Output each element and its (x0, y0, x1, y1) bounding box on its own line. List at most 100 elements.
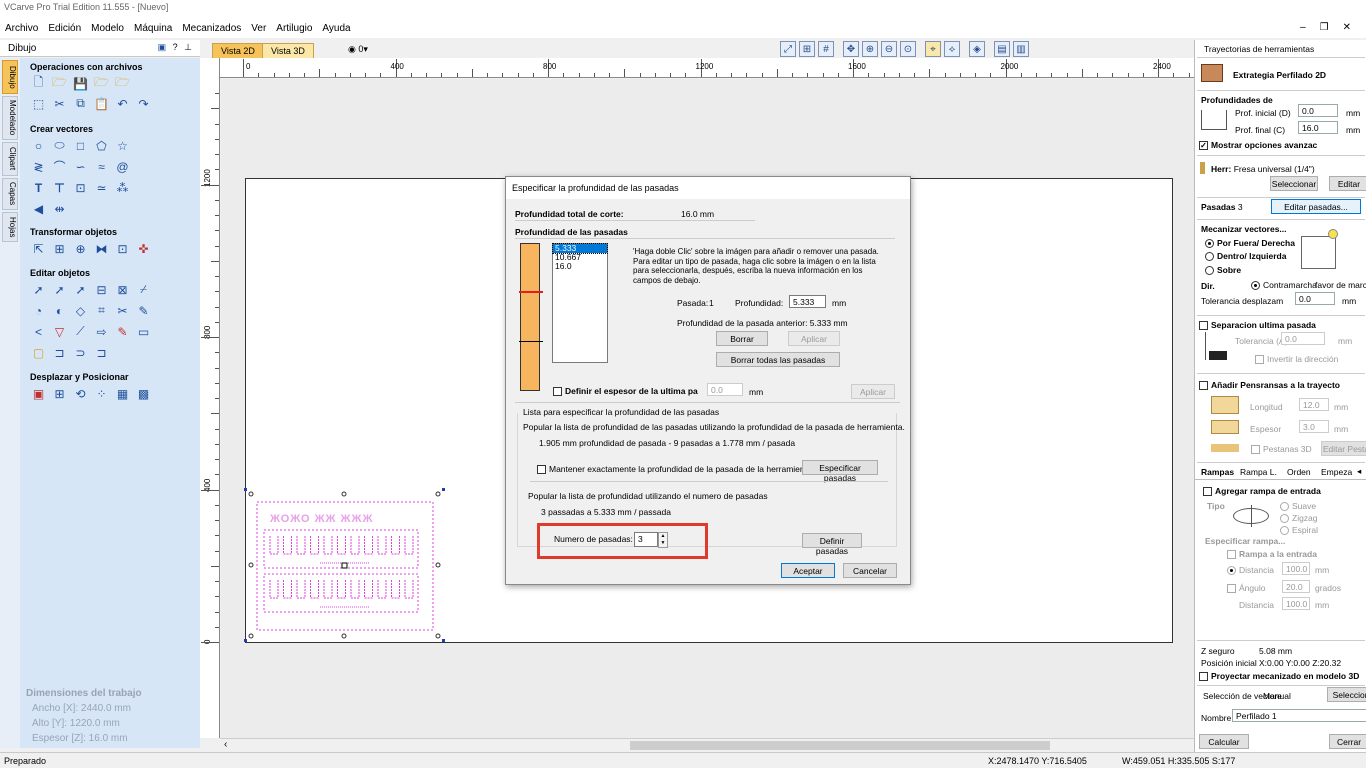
line-icon[interactable]: ⟋ (72, 323, 89, 340)
ramp-in-checkbox[interactable]: Rampa a la entrada (1227, 549, 1317, 560)
join-icon[interactable]: ⊃ (72, 344, 89, 361)
vtab-dibujo[interactable]: Dibujo (2, 60, 18, 94)
new-file-icon[interactable]: 🗋 (30, 75, 47, 92)
tab-rampas[interactable]: Rampas (1201, 467, 1234, 477)
tool-select-button[interactable]: Seleccionar (1270, 176, 1318, 191)
interactive-select-icon[interactable]: ➚ (72, 281, 89, 298)
distance-input[interactable]: 100.0 (1282, 562, 1310, 575)
open-file-icon[interactable]: 🗁 (51, 75, 68, 92)
spiral-icon[interactable]: @ (114, 158, 131, 175)
vtab-capas[interactable]: Capas (2, 178, 18, 210)
close-button[interactable]: Cerrar (1329, 734, 1366, 749)
vector-tooth[interactable] (323, 580, 333, 599)
angle-input[interactable]: 20.0 (1282, 580, 1310, 593)
offset-icon[interactable]: ◇ (72, 302, 89, 319)
menu-archivo[interactable]: Archivo (0, 23, 43, 34)
menu-ayuda[interactable]: Ayuda (317, 23, 355, 34)
last-thickness-input[interactable]: 0.0 (707, 383, 743, 396)
last-sep-checkbox[interactable]: Separacion ultima pasada (1199, 320, 1316, 331)
zigzag-radio[interactable]: Zigzag (1280, 513, 1318, 524)
save-file-icon[interactable]: 💾 (72, 75, 89, 92)
bracket-icon[interactable]: ⊐ (51, 344, 68, 361)
node-edit-icon[interactable]: ➚ (51, 281, 68, 298)
rotate-icon[interactable]: ⊕ (72, 240, 89, 257)
split-v-icon[interactable]: ▥ (1013, 41, 1029, 57)
zoom-out-icon[interactable]: ⊖ (881, 41, 897, 57)
dimension-icon[interactable]: ⁂ (114, 179, 131, 196)
num-passes-input[interactable]: 3 (634, 532, 658, 547)
depth-input[interactable]: 5.333 (789, 295, 826, 308)
vector-tooth[interactable] (404, 536, 414, 555)
erase-icon[interactable]: ✎ (114, 323, 131, 340)
edit-passes-button[interactable]: Editar pasadas... (1271, 199, 1361, 214)
fillet-icon[interactable]: ⌗ (93, 302, 110, 319)
spiral-radio[interactable]: Espiral (1280, 525, 1318, 536)
array-copy-icon[interactable]: ▣ (30, 385, 47, 402)
conventional-radio[interactable]: favor de march (1315, 280, 1366, 290)
vector-tooth[interactable] (350, 580, 360, 599)
intersect-icon[interactable]: ◐ (51, 302, 68, 319)
vector-tooth[interactable] (296, 536, 306, 555)
project-3d-checkbox[interactable]: Proyectar mecanizado en modelo 3D (1199, 671, 1359, 682)
toolpath-preview-icon[interactable]: ◈ (969, 41, 985, 57)
spin-down-icon[interactable]: ▼ (659, 540, 667, 547)
ellipse-icon[interactable]: ⬭ (51, 137, 68, 154)
accept-button[interactable]: Aceptar (781, 563, 835, 578)
vector-artwork[interactable]: ЖОЖО ЖЖ ЖЖЖ (240, 484, 450, 646)
vector-tooth[interactable] (337, 536, 346, 555)
center-handle[interactable] (341, 562, 348, 569)
menu-artilugio[interactable]: Artilugio (271, 23, 317, 34)
cut-icon[interactable]: ✂ (51, 95, 68, 112)
copy-icon[interactable]: ⧉ (72, 95, 89, 112)
help-icon[interactable]: ? (173, 42, 180, 52)
ungroup-icon[interactable]: ⊠ (114, 281, 131, 298)
tabs-3d-checkbox[interactable]: Pestanas 3D (1251, 444, 1312, 455)
import-file-icon[interactable]: 🗁 (93, 75, 110, 92)
undo-icon[interactable]: ↶ (114, 95, 131, 112)
tabs-scroll-icon[interactable]: ◂ (1357, 466, 1361, 477)
trim-icon[interactable]: ✂ (114, 302, 131, 319)
copy-along-icon[interactable]: ⁘ (93, 385, 110, 402)
nest-icon[interactable]: ▦ (114, 385, 131, 402)
tab-rampa-l[interactable]: Rampa L. (1240, 467, 1277, 477)
corner-handle-tr[interactable] (442, 488, 445, 491)
center-icon[interactable]: ✜ (135, 240, 152, 257)
reverse-direction-checkbox[interactable]: Invertir la dirección (1255, 354, 1338, 365)
grid-icon[interactable]: # (818, 41, 834, 57)
arrow-icon[interactable]: ⇨ (93, 323, 110, 340)
delete-all-passes-button[interactable]: Borrar todas las pasadas (716, 352, 840, 367)
pan-icon[interactable]: ✥ (843, 41, 859, 57)
group-icon[interactable]: ⊟ (93, 281, 110, 298)
horizontal-scrollbar[interactable]: ‹ (220, 738, 1194, 752)
panel-pin-icons[interactable]: ▣ ? ⊥ (158, 42, 194, 53)
import-bitmap-icon[interactable]: 🗁 (114, 75, 131, 92)
allowance-input[interactable]: 0.0 (1281, 332, 1325, 345)
specify-passes-button[interactable]: Especificar pasadas (802, 460, 878, 483)
vector-tooth[interactable] (269, 536, 279, 555)
on-radio[interactable]: Sobre (1205, 265, 1241, 276)
minimize-icon[interactable]: – (1295, 22, 1315, 33)
snap-grid-icon[interactable]: ⊞ (799, 41, 815, 57)
show-advanced-checkbox[interactable]: Mostrar opciones avanzac (1199, 140, 1317, 151)
vector-selection-button[interactable]: Seleccion (1327, 687, 1366, 702)
last-thickness-checkbox[interactable]: Definir el espesor de la ultima pa (553, 386, 698, 397)
star-icon[interactable]: ☆ (114, 137, 131, 154)
panel-icon[interactable]: ▣ (158, 42, 169, 52)
vector-tooth[interactable] (377, 580, 387, 599)
corner-handle-bl[interactable] (244, 639, 247, 642)
tolerance-input[interactable]: 0.0 (1295, 292, 1335, 305)
rounded-rect-icon[interactable]: ▢ (30, 344, 47, 361)
keep-exact-checkbox[interactable]: Mantener exactamente la profundidad de l… (537, 464, 812, 475)
pass-marker-2[interactable] (519, 341, 543, 342)
vtab-clipart[interactable]: Clipart (2, 142, 18, 176)
mirror-icon[interactable]: ⧓ (93, 240, 110, 257)
pass-depth-graphic[interactable] (519, 243, 543, 391)
close-vector-icon[interactable]: ⊐ (93, 344, 110, 361)
zoom-extents-icon[interactable]: ⤢ (780, 41, 796, 57)
vector-tooth[interactable] (350, 536, 360, 555)
fit-curve-icon[interactable]: ≈ (93, 158, 110, 175)
distribute-icon[interactable]: ▩ (135, 385, 152, 402)
vector-tooth[interactable] (283, 536, 292, 555)
layer-dropdown[interactable]: ◉ 0▾ (348, 44, 368, 55)
rectangle-icon[interactable]: □ (72, 137, 89, 154)
